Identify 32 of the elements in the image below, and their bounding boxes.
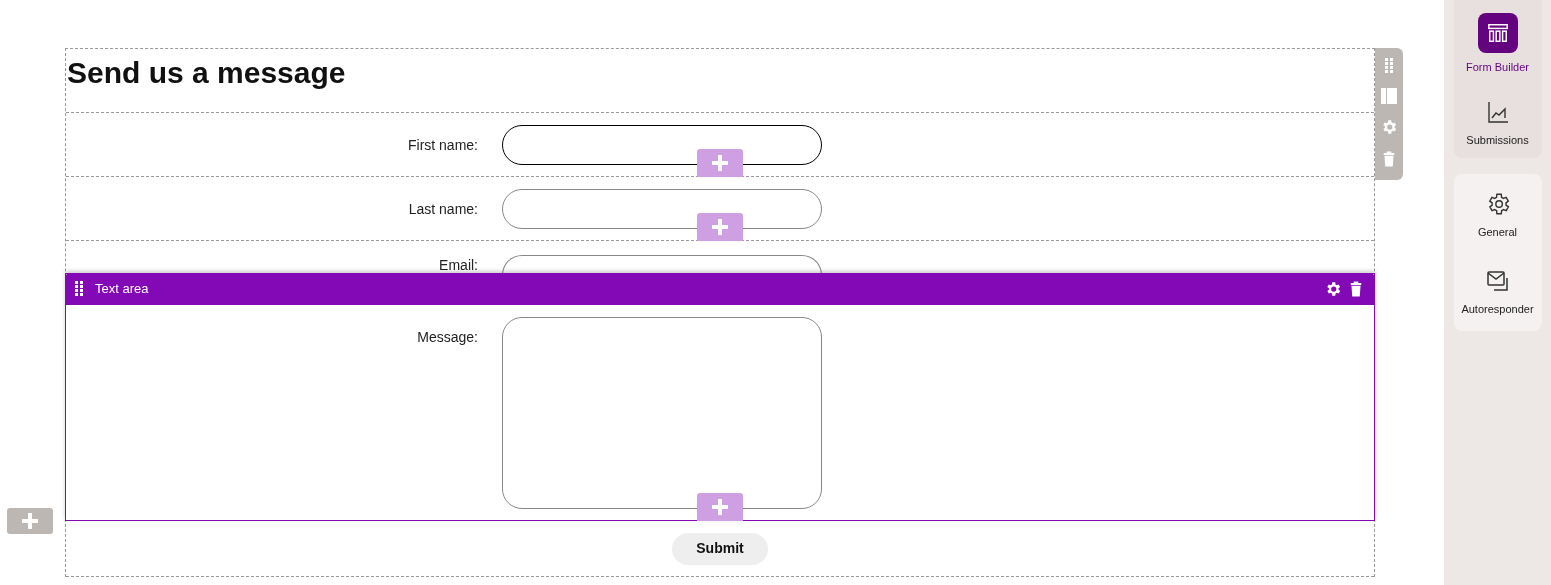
plus-icon (20, 511, 40, 531)
block-title: Text area (95, 280, 149, 299)
chart-icon (1485, 99, 1510, 124)
plus-icon (710, 497, 730, 517)
drag-handle-icon[interactable] (75, 281, 83, 297)
sidebar-item[interactable]: Form Builder (1453, 0, 1542, 76)
form-title: Send us a message (67, 55, 347, 88)
add-block-button[interactable] (697, 213, 743, 241)
sidebar-label: Submissions (1466, 132, 1529, 148)
add-block-button[interactable] (697, 149, 743, 177)
sidebar-label: General (1477, 225, 1518, 240)
field-label: First name: (408, 136, 478, 155)
sidebar-label: Autoresponder (1461, 301, 1534, 317)
form-layout-icon (1486, 22, 1509, 44)
field-label: Last name: (408, 200, 478, 219)
input-field[interactable] (502, 189, 822, 229)
sidebar-item[interactable]: Submissions (1453, 95, 1542, 148)
plus-icon (710, 153, 730, 173)
sidebar-label: Form Builder (1466, 60, 1529, 75)
sidebar-item[interactable]: General (1453, 188, 1542, 241)
input-field[interactable] (502, 125, 822, 165)
add-block-button[interactable] (697, 493, 743, 521)
message-field[interactable] (502, 317, 822, 509)
add-row-button[interactable] (7, 508, 53, 534)
plus-icon (710, 217, 730, 237)
drag-handle-icon[interactable] (1385, 58, 1393, 74)
field-label: Message: (417, 328, 478, 347)
column-layout-icon[interactable] (1381, 88, 1397, 104)
submit-button[interactable]: Submit (672, 532, 768, 565)
mail-icon (1485, 268, 1510, 293)
field-label: Email: (439, 256, 478, 273)
sidebar-item[interactable]: Autoresponder (1453, 264, 1542, 317)
